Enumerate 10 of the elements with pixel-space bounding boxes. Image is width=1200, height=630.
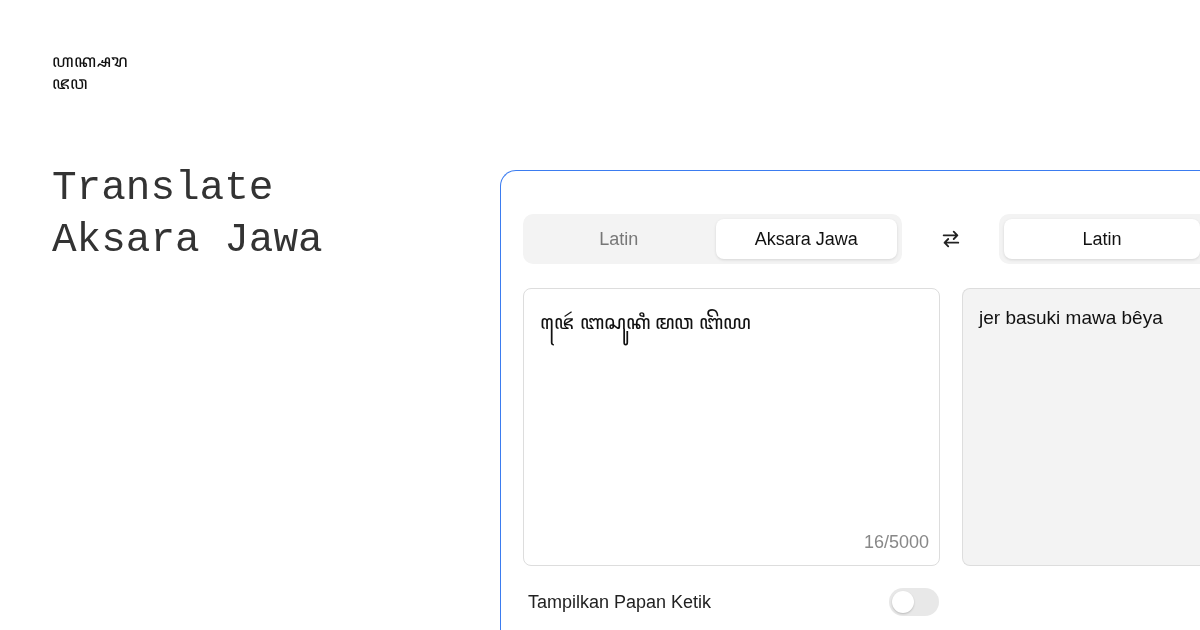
language-tab[interactable]: Latin (1004, 219, 1200, 259)
headline-text: Translate (52, 164, 274, 213)
toggle-label: Tampilkan Papan Ketik (528, 591, 712, 613)
logo-text: ꦲꦏ꧀ꦱꦫ (52, 50, 127, 72)
language-tab[interactable]: Aksara Jawa (715, 219, 898, 259)
language-tab[interactable]: Latin (528, 219, 710, 259)
character-counter: 16/5000 (863, 532, 929, 553)
headline-text: Aksara Jawa (52, 216, 323, 265)
logo-text: ꦗꦮ (52, 72, 87, 94)
output-text: jer basuki mawa bêya (979, 307, 1163, 328)
